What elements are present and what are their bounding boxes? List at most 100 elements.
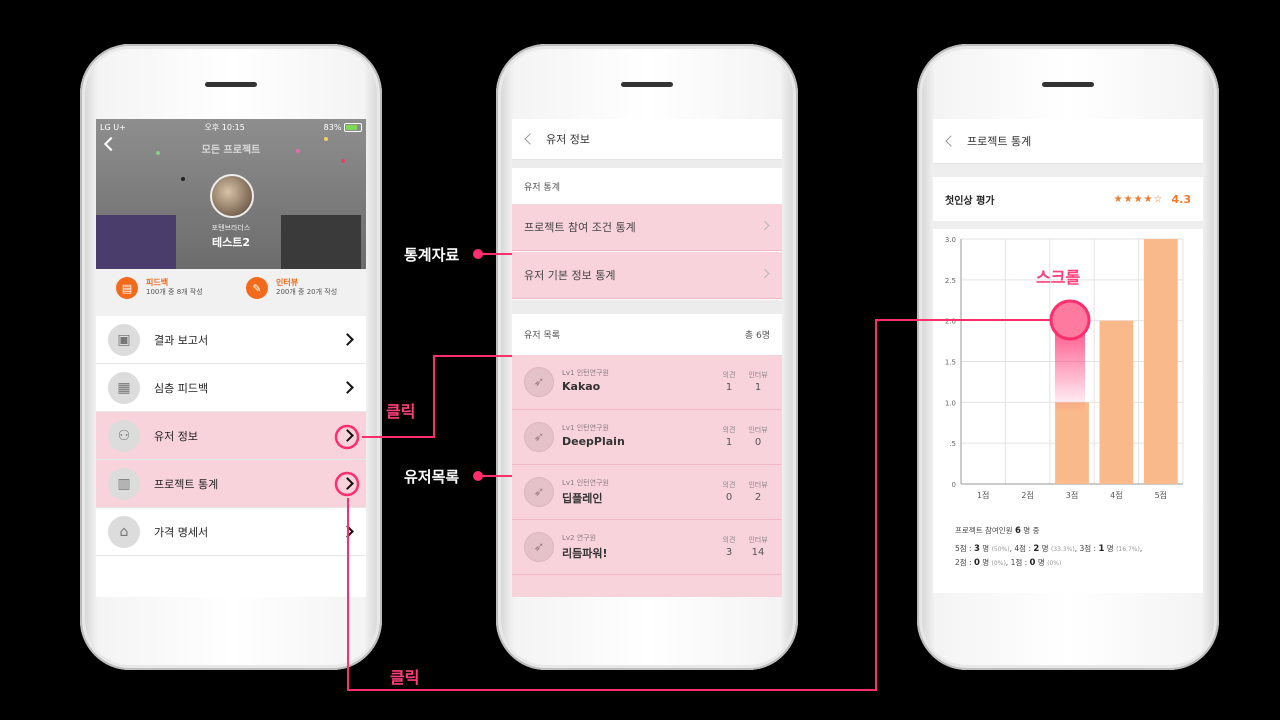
- chevron-right-icon: [341, 332, 354, 346]
- annotation-user-list: 유저목록: [404, 468, 460, 486]
- status-bar: LG U+ 오후 10:15 83%: [100, 121, 362, 133]
- clock-text: 오후 10:15: [204, 122, 245, 132]
- divider: [512, 300, 782, 314]
- user-count: 총 6명: [744, 331, 770, 341]
- report-icon: ▣: [108, 323, 140, 356]
- chevron-right-icon: [759, 268, 770, 279]
- menu-item-deep-feedback[interactable]: ▦ 심층 피드백: [96, 364, 366, 412]
- summary-pct: (0%): [991, 560, 1006, 567]
- menu-item-project-stats[interactable]: ▥ 프로젝트 통계: [96, 460, 366, 508]
- project-header: LG U+ 오후 10:15 83% 모든 프로젝트 포텐브라더스 테스트2: [96, 119, 366, 269]
- menu-item-user-info[interactable]: ⚇ 유저 정보: [96, 412, 366, 460]
- opinion-count: 3: [725, 547, 733, 558]
- y-tick-label: 2.5: [945, 277, 956, 285]
- confetti-dot: [156, 151, 160, 155]
- stats-link-basic-info[interactable]: 유저 기본 정보 통계: [512, 252, 782, 299]
- x-tick-label: 2점: [1021, 490, 1033, 499]
- annotation-scroll: 스크롤: [1036, 268, 1081, 287]
- summary-pct: (16.7%): [1116, 546, 1140, 553]
- user-name: Kakao: [562, 380, 601, 393]
- chevron-right-icon: [759, 220, 770, 231]
- summary-score-label: 1점: [1010, 558, 1023, 567]
- y-tick-label: 3.0: [945, 236, 956, 244]
- back-icon[interactable]: [945, 135, 957, 147]
- section-title: 유저 목록: [524, 331, 560, 341]
- y-tick-label: 0: [952, 481, 956, 489]
- annotation-click: 클릭: [386, 402, 416, 421]
- chart-icon: ▥: [108, 467, 140, 500]
- x-tick-label: 1점: [977, 490, 989, 499]
- opinion-header: 의견: [722, 371, 736, 379]
- rocket-icon: ➶: [524, 367, 554, 397]
- feedback-desc: 100개 중 8개 작성: [146, 288, 203, 296]
- summary-unit: 명: [982, 558, 990, 567]
- list-item[interactable]: ➶ Lv1 인턴연구원 DeepPlain 의견 인터뷰 1 0: [512, 410, 782, 465]
- price-tag-icon: ⌂: [108, 515, 140, 548]
- interview-count: 0: [754, 437, 762, 448]
- menu-item-label: 결과 보고서: [154, 333, 209, 347]
- summary-unit: 명 중: [1023, 526, 1040, 535]
- menu-item-price[interactable]: ⌂ 가격 명세서: [96, 508, 366, 556]
- list-item[interactable]: [512, 575, 782, 597]
- y-tick-label: 2.0: [945, 318, 956, 326]
- summary-score-count: 1: [1098, 544, 1105, 554]
- stats-link-label: 유저 기본 정보 통계: [524, 269, 616, 282]
- interview-label: 인터뷰: [276, 278, 299, 287]
- menu-item-label: 프로젝트 통계: [154, 477, 219, 491]
- user-level: Lv1 인턴연구원: [562, 424, 609, 432]
- first-impression-rating: 첫인상 평가 ★★★★☆ 4.3: [933, 177, 1203, 221]
- bar: [1143, 239, 1178, 484]
- feedback-stat: ▤ 피드백 100개 중 8개 작성: [116, 277, 208, 299]
- page-title: 프로젝트 통계: [967, 135, 1032, 148]
- interview-header: 인터뷰: [748, 371, 768, 379]
- list-item[interactable]: ➶ Lv1 인턴연구원 딥플레인 의견 인터뷰 0 2: [512, 465, 782, 520]
- summary-pct: (33.3%): [1050, 546, 1075, 553]
- section-title: 유저 통계: [524, 182, 560, 193]
- summary-score-count: 0: [1029, 558, 1036, 568]
- phone-speaker: [205, 82, 257, 87]
- callout-dot: [473, 249, 483, 259]
- summary-score-label: 4점: [1014, 544, 1027, 553]
- username: 테스트2: [211, 236, 250, 249]
- interview-desc: 200개 중 20개 작성: [276, 288, 338, 296]
- divider: [512, 160, 782, 168]
- menu-item-report[interactable]: ▣ 결과 보고서: [96, 316, 366, 364]
- user-name: 딥플레인: [562, 492, 603, 505]
- user-name: 리듬파워!: [562, 547, 608, 560]
- chevron-right-icon: [341, 428, 354, 442]
- x-tick-label: 3점: [1066, 490, 1078, 499]
- interview-count: 14: [751, 547, 765, 558]
- list-item[interactable]: ➶ Lv2 연구원 리듬파워! 의견 인터뷰 3 14: [512, 520, 782, 575]
- nav-bar: 유저 정보: [512, 119, 782, 160]
- org-name: 포텐브라더스: [211, 224, 251, 232]
- list-item[interactable]: ➶ Lv1 인턴연구원 Kakao 의견 인터뷰 1 1: [512, 355, 782, 410]
- summary-score-count: 2: [1033, 544, 1040, 554]
- opinion-count: 0: [725, 492, 733, 503]
- menu-item-label: 가격 명세서: [154, 525, 209, 539]
- summary-pct: (50%): [991, 546, 1010, 553]
- summary-score-count: 0: [973, 558, 980, 568]
- clipboard-icon: ▤: [116, 277, 138, 299]
- stats-link-participation[interactable]: 프로젝트 참여 조건 통계: [512, 204, 782, 251]
- users-icon: ⚇: [108, 419, 140, 452]
- header-title: 모든 프로젝트: [201, 145, 261, 156]
- user-level: Lv1 인턴연구원: [562, 479, 609, 487]
- chevron-right-icon: [341, 524, 354, 538]
- annotation-stats-data: 통계자료: [404, 246, 460, 264]
- opinion-count: 1: [725, 437, 733, 448]
- carrier-text: LG U+: [100, 122, 126, 132]
- opinion-count: 1: [725, 382, 733, 393]
- screen-project-home: LG U+ 오후 10:15 83% 모든 프로젝트 포텐브라더스 테스트2 ▤…: [96, 119, 366, 597]
- summary-unit: 명: [1106, 544, 1114, 553]
- screen-user-info: 유저 정보 유저 통계 프로젝트 참여 조건 통계 유저 기본 정보 통계 유저…: [512, 119, 782, 597]
- project-menu: ▣ 결과 보고서 ▦ 심층 피드백 ⚇ 유저 정보 ▥ 프로젝트 통계 ⌂ 가격…: [96, 316, 366, 556]
- nav-bar: 프로젝트 통계: [933, 119, 1203, 164]
- summary-unit: 명: [1041, 544, 1049, 553]
- summary-score-label: 5점: [955, 544, 967, 553]
- summary-pct: (0%): [1047, 560, 1062, 567]
- phone-frame-2: 유저 정보 유저 통계 프로젝트 참여 조건 통계 유저 기본 정보 통계 유저…: [496, 44, 798, 670]
- back-icon[interactable]: [524, 133, 536, 145]
- chevron-right-icon: [341, 380, 354, 394]
- interview-header: 인터뷰: [748, 536, 768, 544]
- summary-unit: 명: [1037, 558, 1045, 567]
